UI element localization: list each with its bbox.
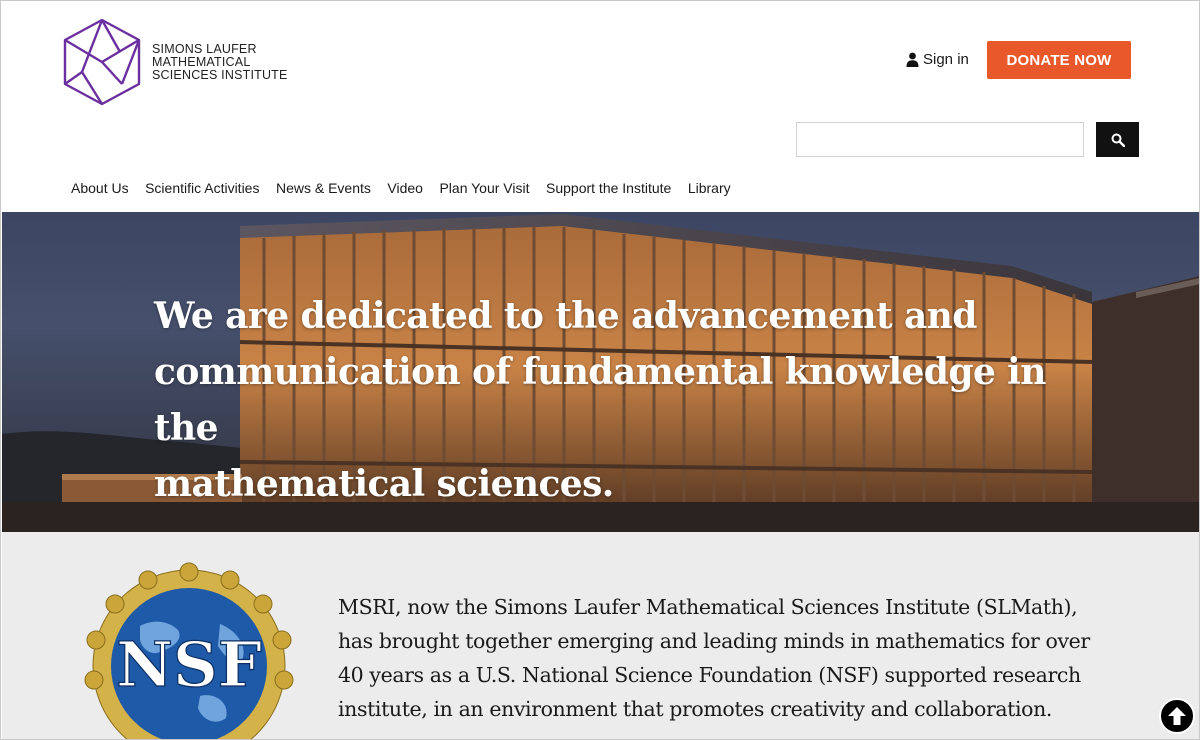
- logo-wordmark: SIMONS LAUFER MATHEMATICAL SCIENCES INST…: [152, 41, 288, 82]
- search-button[interactable]: [1096, 122, 1139, 157]
- about-line: has brought together emerging and leadin…: [338, 629, 1090, 653]
- about-line: 40 years as a U.S. National Science Foun…: [338, 663, 1081, 687]
- about-paragraph: MSRI, now the Simons Laufer Mathematical…: [338, 590, 1128, 726]
- back-to-top-button[interactable]: [1159, 698, 1195, 734]
- nav-item-scientific-activities[interactable]: Scientific Activities: [145, 180, 259, 196]
- site-logo[interactable]: SIMONS LAUFER MATHEMATICAL SCIENCES INST…: [62, 18, 288, 106]
- arrow-up-circle-icon: [1168, 707, 1186, 725]
- nav-item-news-events[interactable]: News & Events: [276, 180, 371, 196]
- hexagon-logo-icon: [63, 18, 141, 106]
- hero-line: We are dedicated to the advancement and: [154, 295, 977, 337]
- logo-line: SCIENCES INSTITUTE: [152, 67, 288, 82]
- logo-line: SIMONS LAUFER: [152, 41, 257, 56]
- hero-line: communication of fundamental knowledge i…: [154, 351, 1046, 449]
- nav-item-about-us[interactable]: About Us: [71, 180, 129, 196]
- logo-line: MATHEMATICAL: [152, 54, 251, 69]
- hero-headline: We are dedicated to the advancement and …: [154, 288, 1054, 512]
- nav-item-library[interactable]: Library: [688, 180, 731, 196]
- sign-in-label: Sign in: [923, 51, 969, 68]
- nav-item-support-the-institute[interactable]: Support the Institute: [546, 180, 671, 196]
- search-icon: [1111, 133, 1125, 147]
- about-section: NSF MSRI, now the Simons Laufer Mathemat…: [2, 532, 1199, 739]
- hero-line: mathematical sciences.: [154, 463, 614, 505]
- nav-item-plan-your-visit[interactable]: Plan Your Visit: [439, 180, 529, 196]
- main-nav: About Us Scientific Activities News & Ev…: [71, 180, 747, 196]
- donate-now-button[interactable]: DONATE NOW: [987, 41, 1131, 79]
- user-icon: [906, 52, 919, 67]
- nsf-seal-logo: NSF: [84, 562, 294, 739]
- search-input[interactable]: [796, 122, 1084, 157]
- about-line: MSRI, now the Simons Laufer Mathematical…: [338, 595, 1078, 619]
- about-line: institute, in an environment that promot…: [338, 697, 1053, 721]
- hero-banner: We are dedicated to the advancement and …: [2, 212, 1199, 532]
- sign-in-link[interactable]: Sign in: [906, 51, 969, 68]
- page: SIMONS LAUFER MATHEMATICAL SCIENCES INST…: [0, 0, 1200, 740]
- nsf-seal-text: NSF: [116, 628, 261, 701]
- nav-item-video[interactable]: Video: [387, 180, 423, 196]
